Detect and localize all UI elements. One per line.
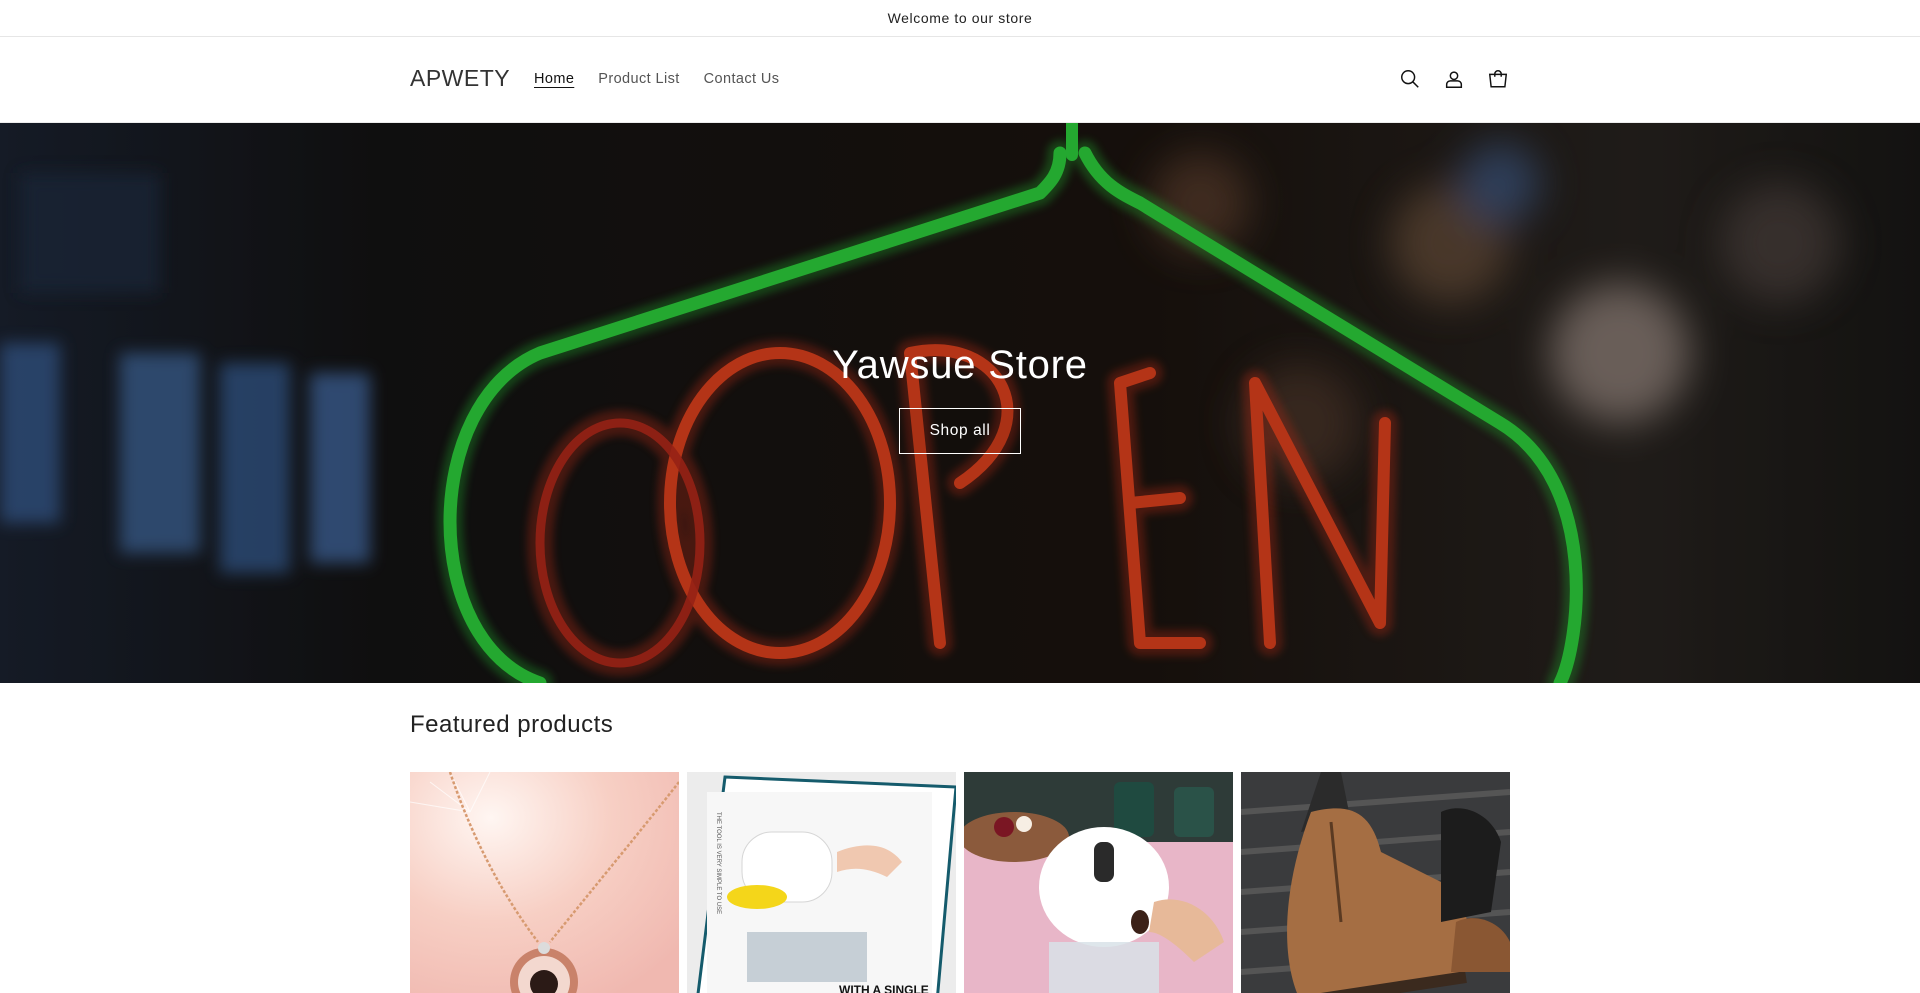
search-icon[interactable] [1398, 66, 1422, 92]
account-icon[interactable] [1442, 66, 1466, 92]
announcement-text: Welcome to our store [887, 10, 1033, 26]
hero-banner: Yawsue Store Shop all [0, 123, 1920, 683]
nav-home[interactable]: Home [534, 71, 574, 87]
store-logo[interactable]: APWETY [410, 65, 510, 92]
product-card-leather-boots[interactable] [1241, 772, 1510, 993]
product-image-necklace [410, 772, 679, 993]
header-icons [1398, 66, 1510, 92]
announcement-bar: Welcome to our store [0, 0, 1920, 37]
product-card-cleaning-brush[interactable]: WITH A SINGLE THE TOOL IS VERY SIMPLE TO… [687, 772, 956, 993]
cart-icon[interactable] [1486, 66, 1510, 92]
featured-products-heading: Featured products [410, 711, 614, 738]
svg-text:THE TOOL IS VERY SIMPLE TO USE: THE TOOL IS VERY SIMPLE TO USE [715, 812, 721, 914]
svg-text:WITH A SINGLE: WITH A SINGLE [839, 983, 929, 993]
nav-contact-us[interactable]: Contact Us [704, 71, 780, 87]
product-card-food-chopper[interactable] [964, 772, 1233, 993]
main-nav: Home Product List Contact Us [534, 71, 779, 87]
product-image-leather-boots [1241, 772, 1510, 993]
product-grid: WITH A SINGLE THE TOOL IS VERY SIMPLE TO… [410, 772, 1510, 993]
nav-product-list[interactable]: Product List [598, 71, 679, 87]
hero-content: Yawsue Store Shop all [0, 343, 1920, 454]
shop-all-button[interactable]: Shop all [899, 408, 1021, 454]
product-image-food-chopper [964, 772, 1233, 993]
product-image-cleaning-brush: WITH A SINGLE THE TOOL IS VERY SIMPLE TO… [687, 772, 956, 993]
hero-title: Yawsue Store [832, 343, 1088, 387]
product-card-necklace[interactable] [410, 772, 679, 993]
site-header: APWETY Home Product List Contact Us [0, 37, 1920, 123]
